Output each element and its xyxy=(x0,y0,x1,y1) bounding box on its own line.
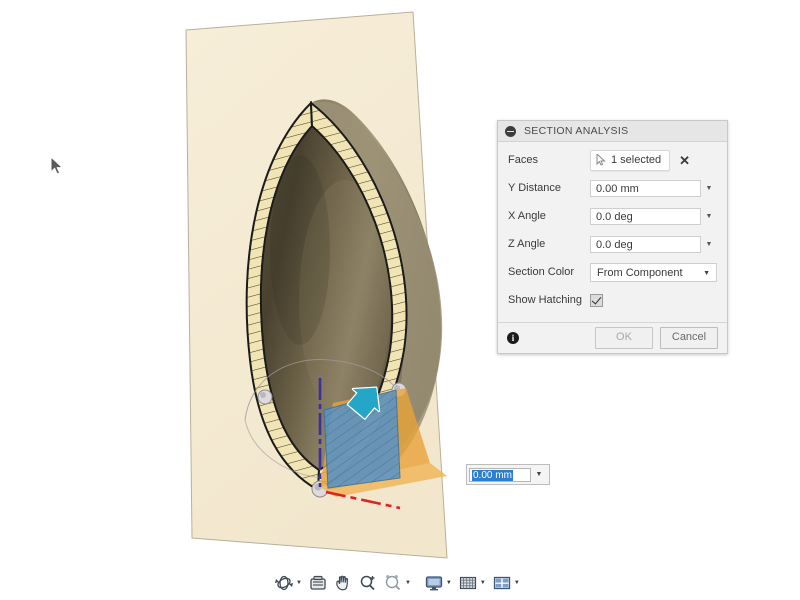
viewport-value-field[interactable]: 0.00 mm xyxy=(469,468,531,482)
dialog-body: Faces 1 selected ✕ Y Distance 0.00 mm ▼ xyxy=(498,142,727,322)
section-analysis-dialog[interactable]: SECTION ANALYSIS Faces 1 selected ✕ Y Di… xyxy=(497,120,728,354)
viewport-value-dropdown-icon[interactable]: ▼ xyxy=(531,471,547,478)
zoom-window-icon[interactable] xyxy=(382,572,404,594)
viewport-value-text: 0.00 mm xyxy=(472,470,513,481)
x-angle-dropdown-icon[interactable]: ▼ xyxy=(701,207,717,226)
y-distance-dropdown-icon[interactable]: ▼ xyxy=(701,179,717,198)
viewport-value-input[interactable]: 0.00 mm ▼ xyxy=(466,464,550,485)
toolbar-item-viewports[interactable]: ▼ xyxy=(490,571,523,595)
select-cursor-icon xyxy=(596,154,606,166)
toolbar-item-pan[interactable] xyxy=(331,571,355,595)
row-show-hatching: Show Hatching xyxy=(508,290,717,310)
dialog-footer: i OK Cancel xyxy=(498,322,727,353)
orbit-dropdown-icon[interactable]: ▼ xyxy=(296,580,302,586)
label-section-color: Section Color xyxy=(508,266,590,278)
navigation-toolbar[interactable]: ▼ xyxy=(272,570,523,596)
pan-icon[interactable] xyxy=(332,572,354,594)
section-color-value: From Component xyxy=(597,267,683,279)
orbit-icon[interactable] xyxy=(273,572,295,594)
grid-snaps-icon[interactable] xyxy=(457,572,479,594)
application-window: SECTION ANALYSIS Faces 1 selected ✕ Y Di… xyxy=(0,0,800,600)
display-settings-icon[interactable] xyxy=(423,572,445,594)
clear-selection-icon[interactable]: ✕ xyxy=(679,154,690,167)
toolbar-item-grid-snaps[interactable]: ▼ xyxy=(456,571,489,595)
label-y-distance: Y Distance xyxy=(508,182,590,194)
row-y-distance: Y Distance 0.00 mm ▼ xyxy=(508,178,717,198)
toolbar-item-look-at[interactable] xyxy=(306,571,330,595)
zoom-window-dropdown-icon[interactable]: ▼ xyxy=(405,580,411,586)
viewports-dropdown-icon[interactable]: ▼ xyxy=(514,580,520,586)
minus-circle-icon[interactable] xyxy=(505,126,516,137)
label-faces: Faces xyxy=(508,154,590,166)
section-color-select[interactable]: From Component ▼ xyxy=(590,263,717,282)
z-angle-input[interactable]: 0.0 deg xyxy=(590,236,701,253)
zoom-icon[interactable] xyxy=(357,572,379,594)
look-at-icon[interactable] xyxy=(307,572,329,594)
faces-selection-count: 1 selected xyxy=(611,154,661,166)
info-icon[interactable]: i xyxy=(507,332,519,344)
toolbar-item-orbit[interactable]: ▼ xyxy=(272,571,305,595)
cancel-button[interactable]: Cancel xyxy=(660,327,718,349)
z-angle-dropdown-icon[interactable]: ▼ xyxy=(701,235,717,254)
toolbar-item-display-settings[interactable]: ▼ xyxy=(422,571,455,595)
dialog-header[interactable]: SECTION ANALYSIS xyxy=(498,121,727,142)
viewports-icon[interactable] xyxy=(491,572,513,594)
ok-button[interactable]: OK xyxy=(595,327,653,349)
row-faces: Faces 1 selected ✕ xyxy=(508,150,717,170)
y-distance-input[interactable]: 0.00 mm xyxy=(590,180,701,197)
row-x-angle: X Angle 0.0 deg ▼ xyxy=(508,206,717,226)
toolbar-item-zoom-window[interactable]: ▼ xyxy=(381,571,414,595)
arrow-cursor xyxy=(50,156,64,176)
show-hatching-checkbox[interactable] xyxy=(590,294,603,307)
label-x-angle: X Angle xyxy=(508,210,590,222)
display-settings-dropdown-icon[interactable]: ▼ xyxy=(446,580,452,586)
label-z-angle: Z Angle xyxy=(508,238,590,250)
row-section-color: Section Color From Component ▼ xyxy=(508,262,717,282)
dialog-title: SECTION ANALYSIS xyxy=(524,125,628,137)
toolbar-item-zoom[interactable] xyxy=(356,571,380,595)
row-z-angle: Z Angle 0.0 deg ▼ xyxy=(508,234,717,254)
label-show-hatching: Show Hatching xyxy=(508,294,590,306)
grid-snaps-dropdown-icon[interactable]: ▼ xyxy=(480,580,486,586)
x-angle-input[interactable]: 0.0 deg xyxy=(590,208,701,225)
chevron-down-icon: ▼ xyxy=(703,264,710,283)
faces-selection-button[interactable]: 1 selected xyxy=(590,150,670,171)
